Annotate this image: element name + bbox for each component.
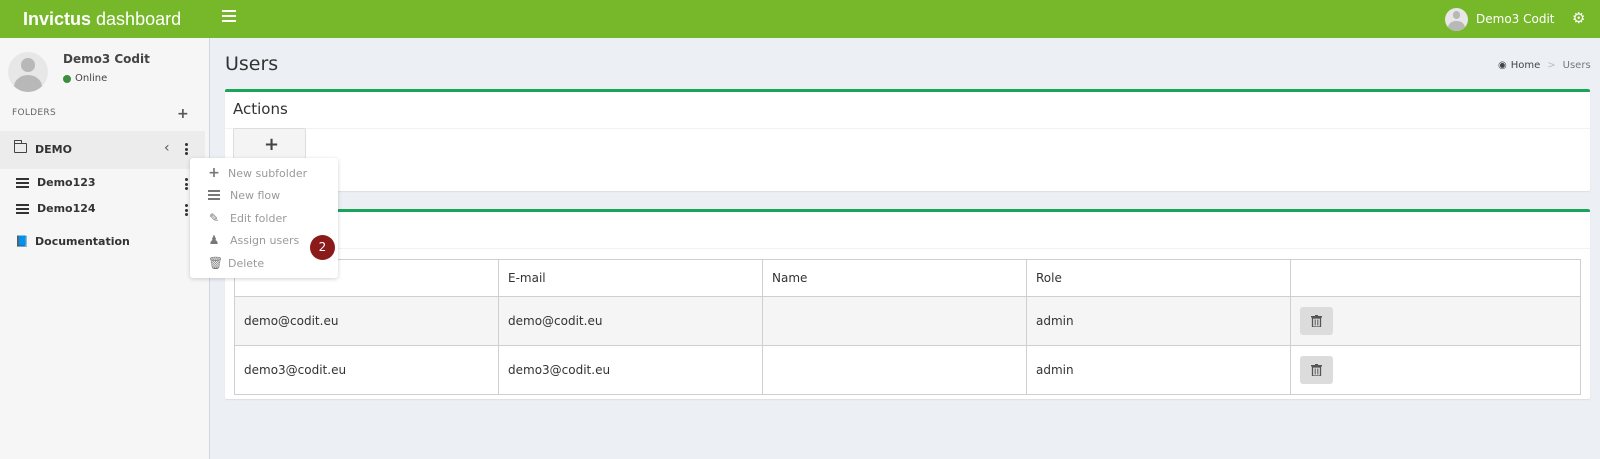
column-header-actions xyxy=(1290,259,1581,297)
table-header-row: E-mail Name Role xyxy=(234,259,1581,297)
delete-user-button[interactable] xyxy=(1300,307,1333,335)
sidebar-item-demo124[interactable]: Demo124 xyxy=(0,197,205,221)
list-icon xyxy=(16,178,29,188)
sidebar-user-panel: Demo3 Codit Online xyxy=(8,50,203,95)
app-logo[interactable]: Invictus dashboard xyxy=(0,0,210,38)
column-header-email: E-mail xyxy=(498,259,763,297)
cell-email: demo@codit.eu xyxy=(498,296,763,346)
menu-item-new-subfolder[interactable]: + New subfolder xyxy=(190,163,338,185)
menu-item-label: Edit folder xyxy=(230,212,287,225)
folder-context-menu: + New subfolder New flow ✎ Edit folder ♟… xyxy=(190,158,338,278)
breadcrumb-separator: > xyxy=(1547,60,1556,71)
cell-username: demo@codit.eu xyxy=(234,296,499,346)
plus-icon: + xyxy=(208,165,220,181)
cell-actions xyxy=(1290,345,1581,395)
cell-username: demo3@codit.eu xyxy=(234,345,499,395)
sidebar-item-demo-folder[interactable]: DEMO ‹ xyxy=(0,131,205,169)
cell-role: admin xyxy=(1026,296,1291,346)
column-header-role: Role xyxy=(1026,259,1291,297)
cell-name xyxy=(762,296,1027,346)
kebab-menu-icon[interactable] xyxy=(185,143,189,156)
users-icon: ♟ xyxy=(208,233,220,247)
flow-label: Demo124 xyxy=(37,202,96,215)
sidebar-item-documentation[interactable]: 📘 Documentation xyxy=(0,230,205,254)
kebab-menu-icon[interactable] xyxy=(185,178,189,191)
gears-icon[interactable]: ⚙ xyxy=(1572,9,1585,27)
sidebar-item-demo123[interactable]: Demo123 xyxy=(0,171,205,195)
flow-label: Demo123 xyxy=(37,176,96,189)
menu-item-label: New flow xyxy=(230,189,281,202)
trash-icon xyxy=(1311,315,1322,327)
kebab-menu-icon[interactable] xyxy=(185,204,189,217)
folder-icon xyxy=(13,140,27,153)
sidebar: Demo3 Codit Online FOLDERS + DEMO ‹ Demo… xyxy=(0,38,210,459)
user-menu[interactable]: Demo3 Codit xyxy=(1445,5,1554,33)
table-row: demo@codit.eu demo@codit.eu admin xyxy=(234,296,1581,346)
actions-title: Actions xyxy=(233,100,288,118)
folder-label: DEMO xyxy=(35,143,72,156)
hamburger-icon[interactable] xyxy=(222,10,236,24)
book-icon: 📘 xyxy=(15,235,29,248)
status-text: Online xyxy=(75,73,108,84)
users-table: E-mail Name Role demo@codit.eu demo@codi… xyxy=(234,259,1581,395)
cell-email: demo3@codit.eu xyxy=(498,345,763,395)
divider xyxy=(225,128,1590,129)
add-folder-icon[interactable]: + xyxy=(177,106,189,122)
delete-user-button[interactable] xyxy=(1300,356,1333,384)
add-user-button[interactable]: + xyxy=(233,128,306,160)
cell-role: admin xyxy=(1026,345,1291,395)
folders-header: FOLDERS + xyxy=(12,106,192,122)
edit-icon: ✎ xyxy=(208,211,220,225)
menu-item-edit-folder[interactable]: ✎ Edit folder xyxy=(190,208,338,230)
trash-icon xyxy=(1311,364,1322,376)
user-status: Online xyxy=(63,73,107,84)
divider xyxy=(225,248,1590,249)
step-badge: 2 xyxy=(310,235,335,260)
online-dot-icon xyxy=(63,74,71,83)
logo-bold: Invictus xyxy=(23,8,92,29)
cell-name xyxy=(762,345,1027,395)
documentation-label: Documentation xyxy=(35,235,130,248)
sidebar-user-name: Demo3 Codit xyxy=(63,52,150,66)
menu-item-label: Assign users xyxy=(230,234,300,247)
breadcrumb-home[interactable]: Home xyxy=(1511,60,1541,71)
page-title: Users xyxy=(225,53,279,75)
logo-text: dashboard xyxy=(96,8,182,29)
trash-icon: 🗑 xyxy=(208,256,224,270)
avatar xyxy=(8,52,48,92)
folders-label: FOLDERS xyxy=(12,108,56,118)
breadcrumb: ◉ Home > Users xyxy=(1498,60,1591,71)
header-user-name: Demo3 Codit xyxy=(1476,12,1555,26)
table-row: demo3@codit.eu demo3@codit.eu admin xyxy=(234,345,1581,395)
avatar xyxy=(1445,7,1468,31)
actions-box: Actions + xyxy=(225,89,1590,191)
chevron-left-icon[interactable]: ‹ xyxy=(164,140,170,156)
cell-actions xyxy=(1290,296,1581,346)
breadcrumb-current: Users xyxy=(1562,60,1591,71)
list-icon xyxy=(16,204,29,214)
menu-item-new-flow[interactable]: New flow xyxy=(190,185,338,207)
plus-icon: + xyxy=(264,134,280,155)
list-icon xyxy=(208,189,220,201)
column-header-name: Name xyxy=(762,259,1027,297)
dashboard-icon: ◉ xyxy=(1498,60,1507,71)
menu-item-label: Delete xyxy=(228,257,265,270)
users-box: E-mail Name Role demo@codit.eu demo@codi… xyxy=(225,209,1590,399)
menu-item-label: New subfolder xyxy=(228,167,308,180)
top-navbar: Invictus dashboard Demo3 Codit ⚙ xyxy=(0,0,1600,38)
